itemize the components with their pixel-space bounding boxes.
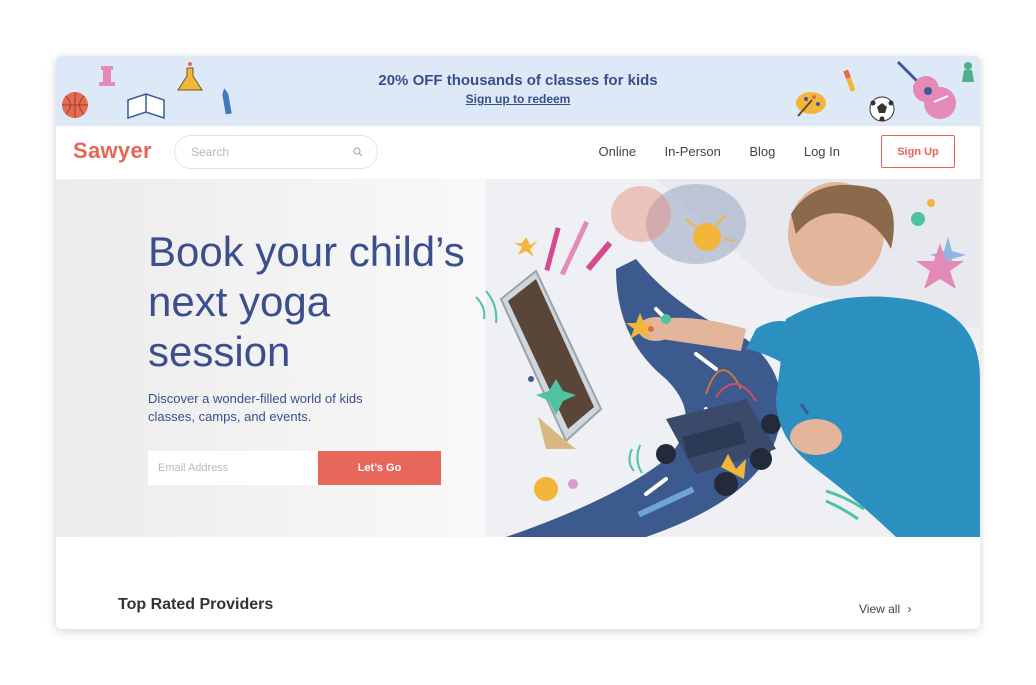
browser-frame: 20% OFF thousands of classes for kids Si… [56, 56, 980, 629]
sign-up-button[interactable]: Sign Up [881, 135, 955, 168]
hero-headline: Book your child’s next yoga session [148, 228, 465, 375]
sawyer-logo[interactable]: Sawyer [73, 138, 152, 164]
top-rated-providers-title: Top Rated Providers [118, 596, 274, 613]
top-navigation: Sawyer Online In-Person Blog Log In Sign… [56, 126, 980, 180]
hero-section: Book your child’s next yoga session Disc… [56, 179, 980, 537]
nav-links: Online In-Person Blog Log In [575, 143, 841, 161]
nav-link-blog[interactable]: Blog [749, 144, 775, 159]
lets-go-button[interactable]: Let’s Go [318, 451, 441, 485]
hero-subtext: Discover a wonder-filled world of kids c… [148, 391, 363, 424]
chevron-right-icon: › [907, 602, 912, 616]
search-input[interactable] [189, 136, 343, 168]
search-icon[interactable] [353, 147, 363, 157]
view-all-link[interactable]: View all › [859, 602, 911, 616]
promo-title: 20% OFF thousands of classes for kids [378, 72, 658, 89]
nav-link-log-in[interactable]: Log In [804, 144, 840, 159]
view-all-label: View all [859, 602, 901, 616]
search-box [174, 135, 378, 169]
nav-link-in-person[interactable]: In-Person [665, 144, 721, 159]
email-address-input[interactable] [148, 451, 318, 485]
promo-signup-link[interactable]: Sign up to redeem [466, 92, 571, 106]
nav-link-online[interactable]: Online [599, 144, 637, 159]
promo-banner: 20% OFF thousands of classes for kids Si… [56, 56, 980, 126]
promo-text: 20% OFF thousands of classes for kids Si… [56, 72, 980, 108]
